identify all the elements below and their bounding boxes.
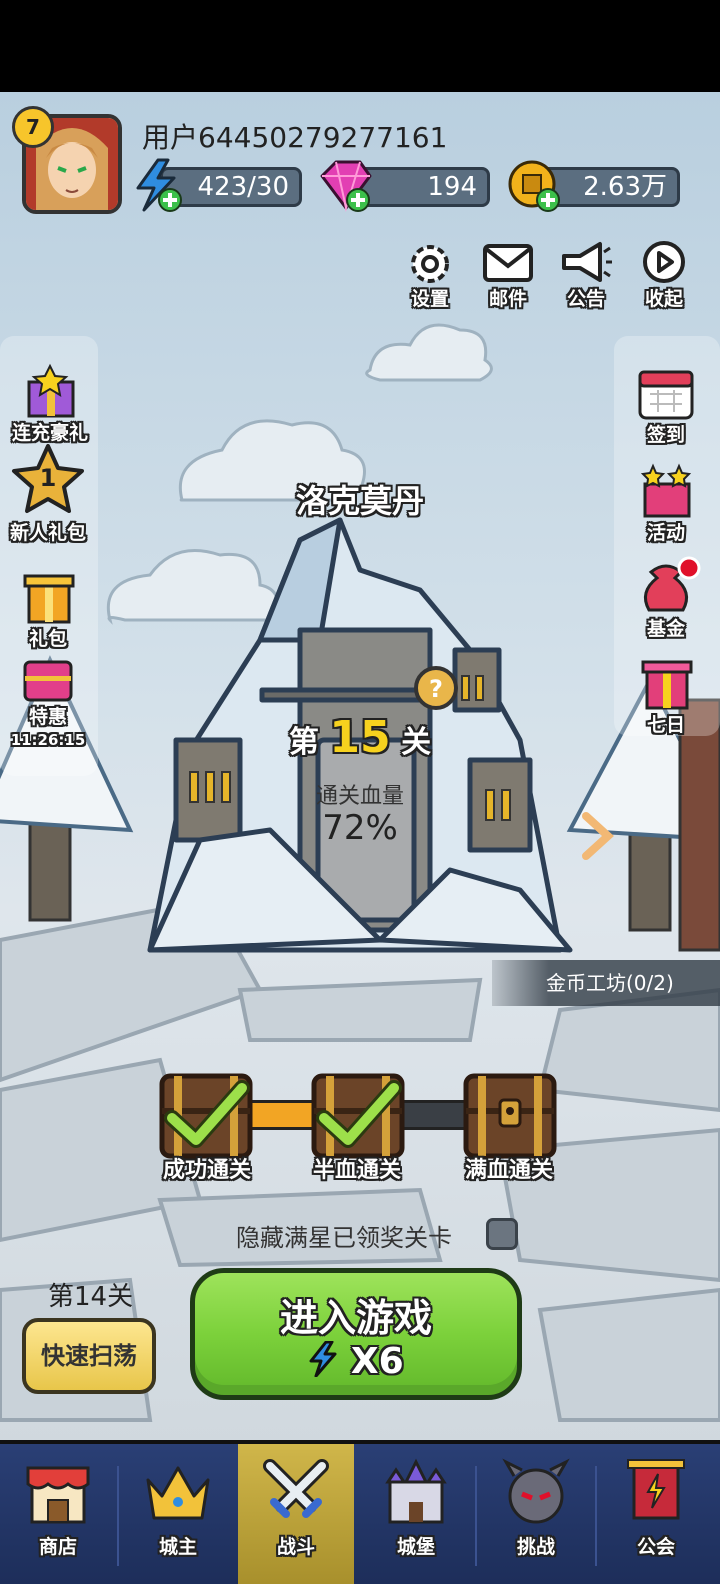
last-stage-label: 第14关 <box>48 1282 134 1312</box>
enter-cost: X6 <box>195 1340 517 1382</box>
nav-challenge[interactable]: 挑战 <box>478 1444 594 1584</box>
gift-icon <box>641 660 693 710</box>
calendar-icon <box>638 370 694 420</box>
nav-castle-label: 城堡 <box>396 1536 435 1558</box>
stage-number-line[interactable]: 第 15 关 <box>0 712 720 763</box>
clear-hp-label: 通关血量 <box>315 784 404 809</box>
guild-banner-icon <box>627 1459 685 1520</box>
collapse-label: 收起 <box>644 288 683 310</box>
map-name: 洛克莫丹 <box>295 482 424 520</box>
gold-workshop-button[interactable]: 金币工坊(0/2) <box>492 960 720 1006</box>
collapse-button[interactable]: 收起 <box>632 240 696 311</box>
lightning-icon <box>309 1340 337 1378</box>
nav-shop-label: 商店 <box>38 1536 77 1558</box>
nav-battle-label: 战斗 <box>276 1536 315 1558</box>
announcement-label: 公告 <box>566 288 605 310</box>
nav-lord[interactable]: 城主 <box>120 1444 236 1584</box>
nav-castle[interactable]: 城堡 <box>358 1444 474 1584</box>
signin-label: 签到 <box>646 424 685 446</box>
bottom-navigation: 商店 城主 战斗 城堡 挑战 公会 <box>0 1440 720 1584</box>
settings-button[interactable]: 设置 <box>398 240 462 311</box>
stage-number: 15 <box>329 712 391 763</box>
crossed-swords-icon <box>263 1459 329 1518</box>
recharge-gift-button[interactable]: 连充豪礼 <box>2 362 98 445</box>
quick-sweep-button[interactable]: 快速扫荡 <box>22 1318 156 1394</box>
treasure-chest-icon <box>23 660 73 702</box>
shop-icon <box>26 1466 90 1524</box>
enter-cost-value: X6 <box>350 1341 404 1382</box>
nav-battle[interactable]: 战斗 <box>238 1444 354 1584</box>
svg-text:?: ? <box>429 675 443 703</box>
fund-button[interactable]: 基金 <box>618 556 714 641</box>
player-level-badge: 7 <box>12 106 54 148</box>
announcement-button[interactable]: 公告 <box>554 240 618 311</box>
signin-button[interactable]: 签到 <box>618 366 714 447</box>
newbie-pack-label: 新人礼包 <box>9 522 86 544</box>
chest-full-hp[interactable] <box>462 1070 558 1160</box>
gift-pack-label: 礼包 <box>28 628 67 650</box>
crown-icon <box>146 1466 210 1520</box>
activity-label: 活动 <box>646 522 685 544</box>
chest-half-hp-label: 半血通关 <box>312 1158 401 1183</box>
energy-lightning-icon[interactable] <box>130 158 186 214</box>
gem-icon[interactable] <box>316 158 374 214</box>
castle-icon <box>385 1458 447 1524</box>
stage-prefix: 第 <box>288 725 319 760</box>
nav-challenge-label: 挑战 <box>516 1536 555 1558</box>
nav-guild[interactable]: 公会 <box>598 1444 714 1584</box>
enter-game-label: 进入游戏 <box>279 1296 432 1340</box>
fund-label: 基金 <box>646 618 685 640</box>
gift-box-icon <box>27 363 75 418</box>
nav-lord-label: 城主 <box>158 1536 197 1558</box>
status-bar <box>0 0 720 92</box>
hide-completed-checkbox[interactable] <box>486 1218 518 1250</box>
settings-label: 设置 <box>410 288 449 310</box>
mail-icon <box>483 244 533 282</box>
gold-coin-icon[interactable] <box>506 158 564 214</box>
hide-completed-label: 隐藏满星已领奖关卡 <box>236 1224 452 1252</box>
money-bag-icon <box>643 556 701 612</box>
player-username: 用户64450279277161 <box>142 121 448 154</box>
play-icon <box>643 241 685 283</box>
gift-icon <box>23 574 75 624</box>
gift-pack-button[interactable]: 礼包 <box>0 566 96 651</box>
nav-shop[interactable]: 商店 <box>0 1444 116 1584</box>
chest-success-label: 成功通关 <box>162 1158 251 1183</box>
chest-success[interactable] <box>158 1070 254 1160</box>
demon-icon <box>502 1458 570 1524</box>
nav-guild-label: 公会 <box>636 1536 675 1558</box>
clear-hp-value: 72% <box>322 808 398 848</box>
megaphone-icon <box>562 242 612 282</box>
mail-label: 邮件 <box>488 288 527 310</box>
gear-icon <box>411 245 449 283</box>
mail-button[interactable]: 邮件 <box>476 240 540 311</box>
recharge-gift-label: 连充豪礼 <box>11 422 88 444</box>
enter-game-button[interactable]: 进入游戏 X6 <box>190 1268 522 1400</box>
chest-half-hp[interactable] <box>310 1070 406 1160</box>
stage-suffix: 关 <box>401 725 432 760</box>
chest-full-hp-label: 满血通关 <box>464 1158 553 1183</box>
